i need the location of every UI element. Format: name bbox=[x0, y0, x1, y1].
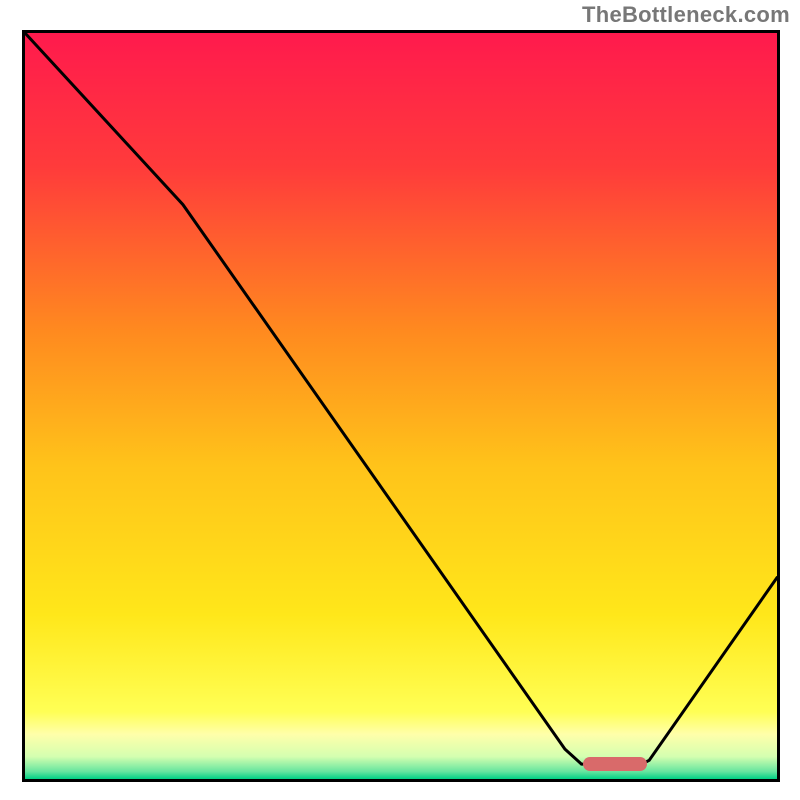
plot-frame bbox=[22, 30, 780, 782]
watermark-text: TheBottleneck.com bbox=[582, 2, 790, 28]
chart-canvas: TheBottleneck.com bbox=[0, 0, 800, 800]
